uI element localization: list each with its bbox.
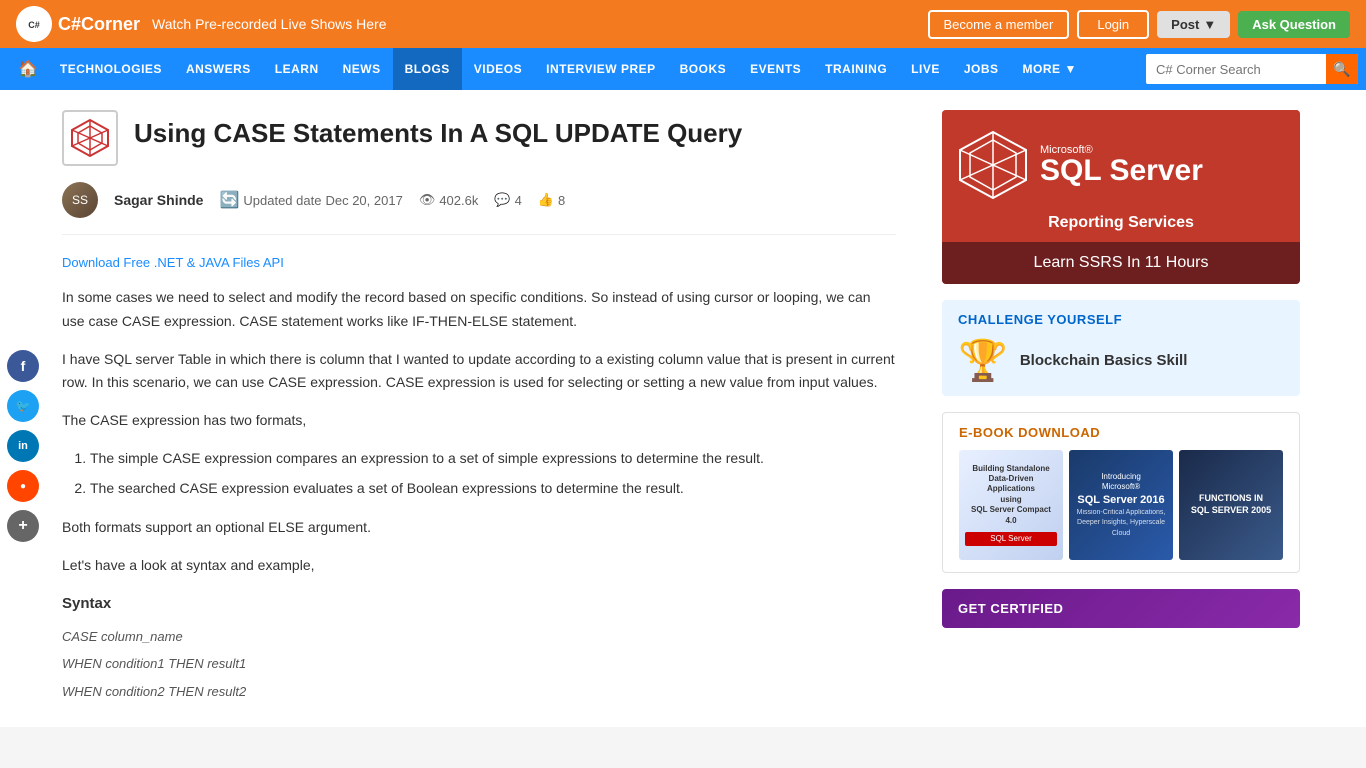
chevron-down-icon: ▼ [1203,17,1216,32]
sql-server-label: SQL Server [1040,156,1203,186]
code-line-1: CASE column_name [62,625,896,648]
updated-date: Dec 20, 2017 [325,193,402,208]
paragraph-example: Let's have a look at syntax and example, [62,554,896,578]
article-title: Using CASE Statements In A SQL UPDATE Qu… [134,118,742,149]
post-label: Post [1171,17,1199,32]
challenge-section[interactable]: CHALLENGE YOURSELF 🏆 Blockchain Basics S… [942,300,1300,396]
facebook-share-button[interactable]: f [7,350,39,382]
nav-learn[interactable]: Learn [263,48,331,90]
banner-right: Become a member Login Post ▼ Ask Questio… [928,10,1350,39]
banner-left: C# C#Corner Watch Pre-recorded Live Show… [16,6,387,42]
comments-icon: 💬 [494,192,510,208]
nav-training[interactable]: Training [813,48,899,90]
nav-live[interactable]: Live [899,48,952,90]
logo-text: C#Corner [58,14,140,35]
reporting-services-label: Reporting Services [1048,214,1194,231]
nav-jobs[interactable]: Jobs [952,48,1011,90]
nav-more[interactable]: More ▼ [1011,48,1089,90]
nav-answers[interactable]: Answers [174,48,263,90]
download-link[interactable]: Download Free .NET & JAVA Files API [62,255,896,270]
meta-likes: 👍 8 [538,192,565,208]
nav-bar: 🏠 Technologies Answers Learn News Blogs … [0,48,1366,90]
sql-ad-bottom: Learn SSRS In 11 Hours [942,242,1300,284]
search-box: 🔍 [1146,54,1358,84]
trophy-icon: 🏆 [958,337,1008,384]
nav-videos[interactable]: Videos [462,48,534,90]
likes-icon: 👍 [538,192,554,208]
likes-count: 8 [558,193,565,208]
ebook-book-2[interactable]: IntroducingMicrosoft®SQL Server 2016Miss… [1069,450,1173,560]
book3-content: FUNCTIONS INSQL SERVER 2005 [1191,493,1271,516]
ebook-section: E-BOOK DOWNLOAD Building StandaloneData-… [942,412,1300,573]
cert-title: GET CERTIFIED [958,601,1284,616]
case-list: The simple CASE expression compares an e… [90,447,896,500]
meta-updated: 🔄 Updated date Dec 20, 2017 [219,190,402,210]
banner-promo: Watch Pre-recorded Live Shows Here [152,16,386,32]
article-meta: SS Sagar Shinde 🔄 Updated date Dec 20, 2… [62,182,896,235]
reddit-share-button[interactable]: ● [7,470,39,502]
right-sidebar: Microsoft® SQL Server Reporting Services… [926,90,1316,727]
nav-blogs[interactable]: Blogs [393,48,462,90]
ebook-books: Building StandaloneData-Driven Applicati… [959,450,1283,560]
book1-brand: SQL Server [965,532,1057,546]
code-line-2: WHEN condition1 THEN result1 [62,652,896,675]
nav-technologies[interactable]: Technologies [48,48,174,90]
article-body: In some cases we need to select and modi… [62,286,896,703]
nav-home[interactable]: 🏠 [8,48,48,90]
comments-count: 4 [515,193,522,208]
login-button[interactable]: Login [1077,10,1149,39]
meta-comments: 💬 4 [494,192,521,208]
linkedin-share-button[interactable]: in [7,430,39,462]
main-container: f 🐦 in ● + Using CASE Statements In A SQ… [0,90,1366,727]
article-icon [62,110,118,166]
updated-label: Updated date [243,193,321,208]
challenge-skill: Blockchain Basics Skill [1020,352,1188,369]
top-banner: C# C#Corner Watch Pre-recorded Live Show… [0,0,1366,48]
author-avatar: SS [62,182,98,218]
search-input[interactable] [1146,62,1326,77]
post-button[interactable]: Post ▼ [1157,11,1230,38]
become-member-button[interactable]: Become a member [928,10,1070,39]
chevron-down-icon: ▼ [1065,62,1077,76]
ebook-book-3[interactable]: FUNCTIONS INSQL SERVER 2005 [1179,450,1283,560]
search-button[interactable]: 🔍 [1326,54,1358,84]
nav-events[interactable]: Events [738,48,813,90]
ebook-book-1[interactable]: Building StandaloneData-Driven Applicati… [959,450,1063,560]
logo-area[interactable]: C# C#Corner [16,6,140,42]
paragraph-1: In some cases we need to select and modi… [62,286,896,334]
update-icon: 🔄 [219,190,239,210]
cert-section[interactable]: GET CERTIFIED [942,589,1300,628]
challenge-content: 🏆 Blockchain Basics Skill [958,337,1284,384]
nav-books[interactable]: Books [668,48,739,90]
views-icon: 👁 [419,192,436,208]
author-name[interactable]: Sagar Shinde [114,192,203,208]
learn-ssrs-label: Learn SSRS In 11 Hours [1034,254,1209,271]
nav-news[interactable]: News [331,48,393,90]
article-header: Using CASE Statements In A SQL UPDATE Qu… [62,110,896,166]
syntax-title: Syntax [62,591,896,617]
list-item-2: The searched CASE expression evaluates a… [90,477,896,499]
nav-interview-prep[interactable]: Interview Prep [534,48,667,90]
ebook-title: E-BOOK DOWNLOAD [959,425,1283,440]
challenge-title: CHALLENGE YOURSELF [958,312,1284,327]
article-area: Using CASE Statements In A SQL UPDATE Qu… [46,90,926,727]
book1-title: Building StandaloneData-Driven Applicati… [965,464,1057,526]
code-line-3: WHEN condition2 THEN result2 [62,680,896,703]
paragraph-3: The CASE expression has two formats, [62,409,896,433]
svg-text:C#: C# [28,20,40,30]
more-share-button[interactable]: + [7,510,39,542]
ask-question-button[interactable]: Ask Question [1238,11,1350,38]
sql-ad-top: Microsoft® SQL Server [942,110,1300,210]
social-sidebar: f 🐦 in ● + [0,90,46,727]
sql-ad[interactable]: Microsoft® SQL Server Reporting Services… [942,110,1300,284]
meta-views: 👁 402.6k [419,192,479,208]
list-item-1: The simple CASE expression compares an e… [90,447,896,469]
views-count: 402.6k [439,193,478,208]
book2-content: IntroducingMicrosoft®SQL Server 2016Miss… [1075,472,1167,538]
logo-icon: C# [16,6,52,42]
paragraph-2: I have SQL server Table in which there i… [62,348,896,396]
twitter-share-button[interactable]: 🐦 [7,390,39,422]
paragraph-else: Both formats support an optional ELSE ar… [62,516,896,540]
